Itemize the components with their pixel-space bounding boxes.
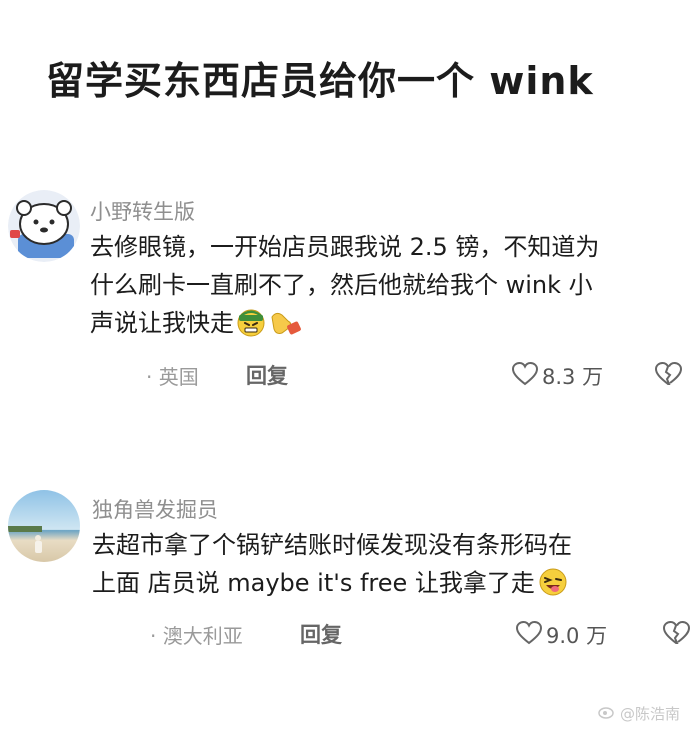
- watermark: @陈浩南: [598, 703, 680, 724]
- comment-text-segment: 声说让我快走: [90, 309, 234, 337]
- comment-username[interactable]: 小野转生版: [90, 196, 195, 226]
- reply-button[interactable]: 回复: [246, 360, 288, 390]
- page-title: 留学买东西店员给你一个 wink: [46, 59, 594, 103]
- pointing-hand-emoji: [268, 307, 304, 348]
- comment-text-line: 去超市拿了个锅铲结账时候发现没有条形码在: [92, 531, 572, 559]
- avatar[interactable]: [8, 490, 80, 562]
- reply-button[interactable]: 回复: [300, 619, 342, 649]
- comment-text-line: 上面 店员说 maybe it's free 让我拿了走: [92, 564, 572, 608]
- broken-heart-icon: [662, 620, 690, 644]
- like-count: 8.3 万: [542, 365, 604, 389]
- comment-text: 去修眼镜，一开始店员跟我说 2.5 镑，不知道为 什么刷卡一直刷不了，然后他就给…: [90, 228, 599, 348]
- like-button[interactable]: 9.0 万: [515, 620, 608, 650]
- comment-text-line: 声说让我快走: [90, 304, 599, 348]
- like-button[interactable]: 8.3 万: [511, 361, 604, 391]
- comment-text-line: 去修眼镜，一开始店员跟我说 2.5 镑，不知道为: [90, 233, 600, 261]
- heart-icon: [511, 361, 539, 391]
- comment-location: · 英国: [146, 365, 199, 389]
- winking-tongue-face-emoji: [537, 567, 569, 608]
- comment-text: 去超市拿了个锅铲结账时候发现没有条形码在 上面 店员说 maybe it's f…: [92, 526, 572, 608]
- dislike-button[interactable]: [654, 361, 683, 390]
- watermark-text: @陈浩南: [619, 705, 680, 723]
- comment-text-segment: 上面 店员说 maybe it's free 让我拿了走: [92, 569, 535, 597]
- like-count: 9.0 万: [546, 624, 608, 648]
- comment-username[interactable]: 独角兽发掘员: [92, 494, 218, 524]
- weibo-icon: [598, 705, 616, 723]
- heart-icon: [515, 620, 543, 650]
- comment-location: · 澳大利亚: [150, 624, 243, 648]
- dislike-button[interactable]: [662, 620, 690, 649]
- grimace-face-emoji: [236, 307, 266, 348]
- broken-heart-icon: [654, 361, 683, 385]
- comment-text-line: 什么刷卡一直刷不了，然后他就给我个 wink 小: [90, 271, 593, 299]
- avatar[interactable]: [8, 190, 80, 262]
